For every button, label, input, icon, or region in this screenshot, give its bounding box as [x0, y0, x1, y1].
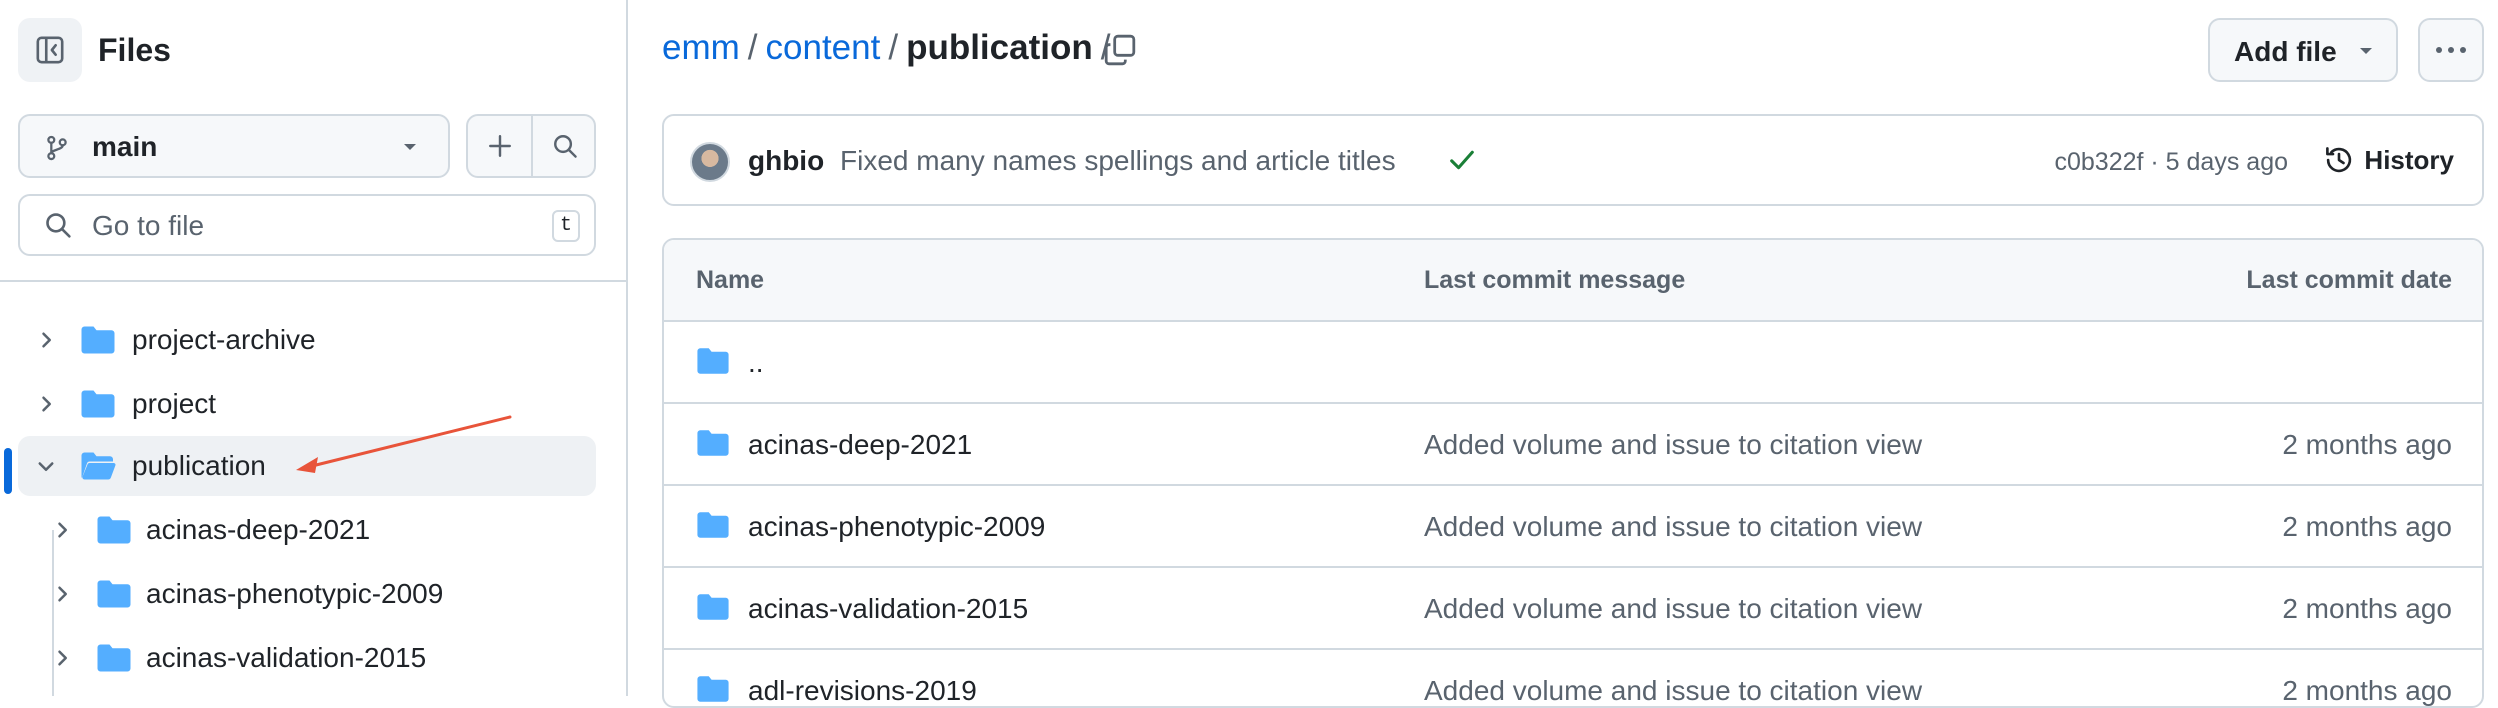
row-commit-message[interactable]: Added volume and issue to citation view [1424, 674, 1922, 706]
folder-icon [97, 644, 131, 672]
search-icon [553, 135, 577, 158]
latest-commit-bar: ghbio Fixed many names spellings and art… [662, 114, 2484, 206]
history-button[interactable]: History [2324, 138, 2454, 182]
chevron-right-icon [42, 332, 51, 348]
tree-item-label: acinas-phenotypic-2009 [146, 578, 444, 609]
plus-icon [488, 135, 511, 157]
check-icon[interactable] [1448, 148, 1476, 172]
tree-item-label: project [132, 388, 217, 419]
commit-meta[interactable]: c0b322f · 5 days ago [2055, 146, 2289, 178]
add-file-button[interactable]: Add file [2208, 18, 2398, 82]
breadcrumb-separator: / [888, 28, 899, 67]
folder-icon [97, 580, 131, 608]
commit-message[interactable]: Fixed many names spellings and article t… [840, 144, 1396, 178]
breadcrumb-link-repo[interactable]: emm [662, 28, 740, 67]
copy-icon [1104, 34, 1136, 66]
git-branch-icon [47, 135, 67, 161]
search-icon [46, 213, 71, 238]
table-row[interactable]: acinas-phenotypic-2009 Added volume and … [664, 486, 2482, 568]
folder-icon [697, 676, 729, 702]
chevron-right-icon [42, 396, 51, 412]
selected-indicator [4, 448, 12, 494]
row-commit-date: 2 months ago [2282, 593, 2452, 624]
tree-item-label: publication [132, 450, 266, 481]
tree-item-acinas-validation-2015[interactable]: acinas-validation-2015 [34, 628, 596, 688]
folder-icon [81, 390, 115, 418]
folder-icon [697, 348, 729, 374]
tree-actions-group [466, 114, 596, 178]
breadcrumb-link-content[interactable]: content [766, 28, 881, 67]
tree-item-label: project-archive [132, 324, 316, 355]
parent-directory-link[interactable]: .. [748, 346, 764, 380]
chevron-down-icon [38, 462, 54, 471]
row-commit-message[interactable]: Added volume and issue to citation view [1424, 428, 1922, 462]
history-label: History [2364, 144, 2454, 175]
table-header: Name Last commit message Last commit dat… [664, 240, 2482, 322]
row-commit-message[interactable]: Added volume and issue to citation view [1424, 592, 1922, 626]
breadcrumb-current: publication [906, 28, 1093, 67]
row-commit-date: 2 months ago [2282, 429, 2452, 460]
file-table: Name Last commit message Last commit dat… [662, 238, 2484, 708]
tree-item-acinas-phenotypic-2009[interactable]: acinas-phenotypic-2009 [34, 564, 596, 624]
tree-item-publication[interactable]: publication [18, 436, 596, 496]
go-to-file-field[interactable]: t [18, 194, 596, 256]
go-to-file-input[interactable] [90, 204, 510, 248]
tree-item-label: acinas-validation-2015 [146, 642, 427, 673]
table-row[interactable]: acinas-deep-2021 Added volume and issue … [664, 404, 2482, 486]
kebab-icon [2436, 47, 2466, 53]
folder-icon [697, 512, 729, 538]
file-tree-sidebar: post project-archive project publication… [0, 0, 628, 696]
tree-item-project[interactable]: project [18, 374, 596, 434]
tree-item-project-archive[interactable]: project-archive [18, 310, 596, 370]
more-options-button[interactable] [2418, 18, 2484, 82]
breadcrumb-separator: / [747, 28, 758, 67]
column-header-name: Name [696, 266, 765, 294]
row-commit-date: 2 months ago [2282, 675, 2452, 706]
keyboard-shortcut-badge: t [552, 210, 580, 242]
chevron-right-icon [58, 522, 67, 538]
file-name-link[interactable]: acinas-phenotypic-2009 [748, 510, 1045, 544]
file-name-link[interactable]: acinas-validation-2015 [748, 592, 1028, 626]
caret-down-icon [404, 144, 416, 150]
sidebar-collapse-icon [36, 36, 64, 64]
add-file-tree-button[interactable] [468, 116, 531, 176]
folder-open-icon [81, 452, 116, 480]
sidebar-title: Files [98, 32, 171, 68]
collapse-sidebar-button[interactable] [18, 18, 82, 82]
tree-item-acinas-deep-2021[interactable]: acinas-deep-2021 [34, 500, 596, 560]
chevron-right-icon [58, 650, 67, 666]
tree-item-label: acinas-deep-2021 [146, 514, 371, 545]
table-row[interactable]: adl-revisions-2019 Added volume and issu… [664, 650, 2482, 706]
table-row-parent[interactable]: .. [664, 322, 2482, 404]
history-icon [2326, 147, 2352, 173]
avatar[interactable] [690, 142, 730, 182]
add-file-label: Add file [2234, 36, 2337, 67]
folder-icon [697, 430, 729, 456]
search-tree-button[interactable] [533, 116, 596, 176]
folder-icon [697, 594, 729, 620]
branch-selector[interactable]: main [18, 114, 450, 178]
branch-name: main [92, 131, 158, 162]
caret-down-icon [2360, 48, 2372, 54]
column-header-commit-message: Last commit message [1424, 266, 1686, 294]
row-commit-message[interactable]: Added volume and issue to citation view [1424, 510, 1922, 544]
folder-icon [97, 516, 131, 544]
sidebar-header: Files main t [0, 0, 626, 282]
row-commit-date: 2 months ago [2282, 511, 2452, 542]
chevron-right-icon [58, 586, 67, 602]
table-row[interactable]: acinas-validation-2015 Added volume and … [664, 568, 2482, 650]
file-name-link[interactable]: adl-revisions-2019 [748, 674, 977, 706]
file-name-link[interactable]: acinas-deep-2021 [748, 428, 972, 462]
folder-icon [81, 326, 115, 354]
breadcrumb: emm / content / publication / [662, 26, 1118, 70]
commit-author[interactable]: ghbio [748, 144, 824, 178]
copy-path-button[interactable] [1100, 30, 1140, 70]
column-header-commit-date: Last commit date [2246, 266, 2452, 294]
